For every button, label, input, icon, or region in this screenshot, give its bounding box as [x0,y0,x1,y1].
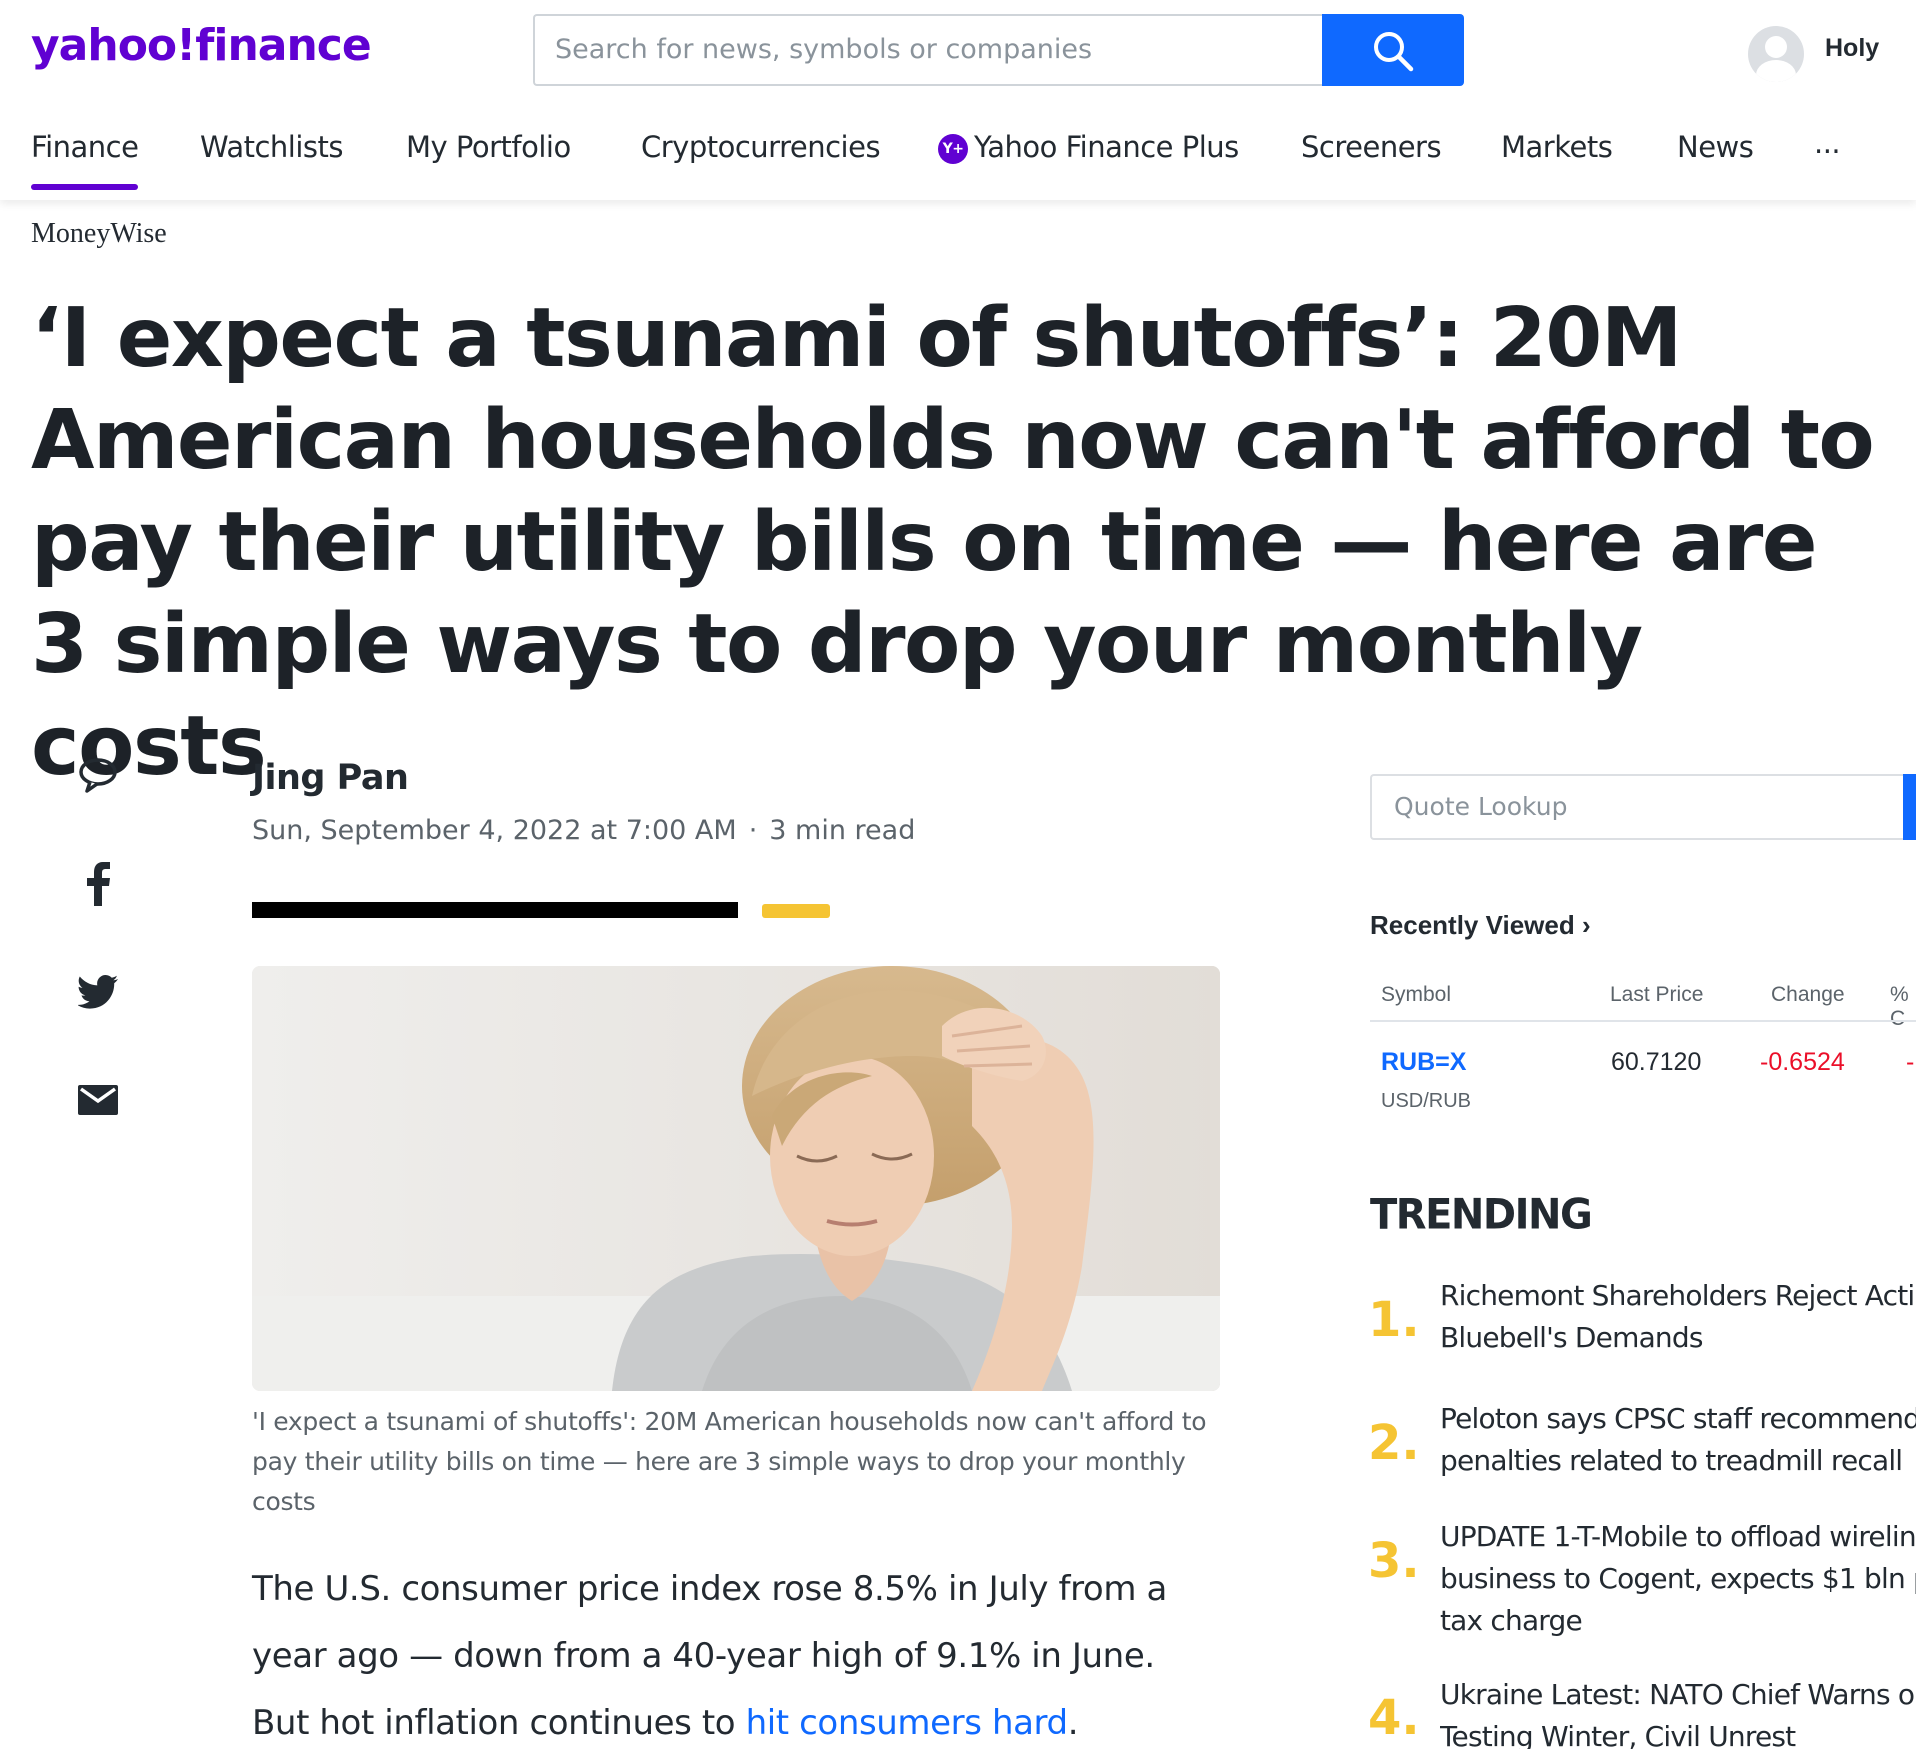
trending-item-2[interactable]: Peloton says CPSC staff recommend penalt… [1440,1398,1916,1482]
author-name[interactable]: Jing Pan [252,758,409,798]
trending-line: Testing Winter, Civil Unrest [1440,1720,1796,1749]
nav-item-my-portfolio[interactable]: My Portfolio [406,130,571,164]
nav-item-screeners[interactable]: Screeners [1301,130,1442,164]
read-progress-accent [762,904,830,918]
col-symbol: Symbol [1381,983,1452,1006]
trending-title: TRENDING [1370,1190,1593,1240]
trending-number: 3. [1368,1533,1420,1589]
nav-item-label: Yahoo Finance Plus [974,130,1239,164]
chevron-right-icon: › [1581,910,1591,940]
avatar-body-shape [1756,60,1796,82]
logo-yahoo-text: yahoo! [31,20,196,71]
trending-line: Bluebell's Demands [1440,1321,1703,1354]
nav-item-cryptocurrencies[interactable]: Cryptocurrencies [641,130,881,164]
quote-change: -0.6524 [1760,1048,1845,1076]
nav-item-markets[interactable]: Markets [1501,130,1613,164]
meta-separator: · [748,815,758,846]
trending-item-1[interactable]: Richemont Shareholders Reject Acti Blueb… [1440,1275,1916,1359]
col-pct-change: % C [1890,983,1909,1030]
user-name[interactable]: Holy [1825,34,1879,63]
recently-viewed-title[interactable]: Recently Viewed › [1370,910,1591,941]
comment-button[interactable] [70,755,126,811]
quote-last-price: 60.7120 [1611,1048,1702,1076]
nav-item-yahoo-finance-plus[interactable]: Y+ Yahoo Finance Plus [938,130,1239,164]
logo-finance-text: finance [195,20,371,71]
trending-line: Richemont Shareholders Reject Acti [1440,1279,1915,1312]
trending-line: Peloton says CPSC staff recommend [1440,1402,1916,1435]
quote-pct-change: - [1906,1048,1915,1076]
image-caption: 'I expect a tsunami of shutoffs': 20M Am… [252,1407,1207,1516]
nav-more-button[interactable]: ... [1814,126,1841,160]
quote-symbol-link[interactable]: RUB=X [1381,1048,1466,1077]
article-image[interactable] [252,966,1220,1391]
nav-item-watchlists[interactable]: Watchlists [200,130,344,164]
search-icon [1374,32,1414,72]
read-progress-bar [252,902,738,918]
email-share-button[interactable] [70,1085,126,1141]
trending-item-4[interactable]: Ukraine Latest: NATO Chief Warns o Testi… [1440,1674,1916,1749]
trending-number: 1. [1368,1292,1420,1348]
article-source[interactable]: MoneyWise [31,218,167,250]
article-headline: ‘I expect a tsunami of shutoffs’: 20M Am… [31,291,1875,794]
nav-item-news[interactable]: News [1677,130,1754,164]
search-input[interactable]: Search for news, symbols or companies [533,14,1324,86]
nav-item-finance[interactable]: Finance [31,130,139,190]
table-divider [1370,1020,1916,1022]
quote-lookup-input[interactable]: Quote Lookup [1370,774,1905,840]
trending-line: penalties related to treadmill recall [1440,1444,1903,1477]
comment-icon [79,758,117,793]
trending-number: 4. [1368,1690,1420,1746]
body-end: . [1067,1703,1079,1743]
recently-viewed-label: Recently Viewed [1370,910,1575,940]
trending-line: Ukraine Latest: NATO Chief Warns o [1440,1678,1915,1711]
trending-line: tax charge [1440,1604,1583,1637]
quote-name: USD/RUB [1381,1090,1472,1112]
trending-line: business to Cogent, expects $1 bln p [1440,1562,1916,1595]
col-change: Change [1771,983,1845,1006]
trending-number: 2. [1368,1415,1420,1471]
site-header: yahoo!finance Search for news, symbols o… [0,0,1916,200]
body-link[interactable]: hit consumers hard [746,1703,1069,1743]
twitter-share-button[interactable] [70,975,126,1031]
search-button[interactable] [1322,14,1464,86]
col-last-price: Last Price [1610,983,1704,1006]
yahoo-finance-logo[interactable]: yahoo!finance [31,20,372,71]
yahoo-plus-icon: Y+ [938,134,968,164]
woman-stressed-illustration [252,966,1220,1391]
quote-lookup-button[interactable] [1903,774,1916,840]
trending-line: UPDATE 1-T-Mobile to offload wirelin [1440,1520,1916,1553]
article-body: The U.S. consumer price index rose 8.5% … [252,1556,1220,1749]
avatar-head-shape [1765,36,1787,58]
trending-item-3[interactable]: UPDATE 1-T-Mobile to offload wirelin bus… [1440,1516,1916,1642]
read-time: 3 min read [769,815,916,846]
facebook-icon [87,862,110,906]
email-icon [78,1085,118,1115]
facebook-share-button[interactable] [70,862,126,918]
twitter-icon [78,975,118,1009]
main-nav: Finance Watchlists My Portfolio Cryptocu… [0,126,1916,190]
publish-date: Sun, September 4, 2022 at 7:00 AM [252,815,737,846]
publish-meta: Sun, September 4, 2022 at 7:00 AM · 3 min … [252,815,915,846]
avatar[interactable] [1748,26,1804,82]
